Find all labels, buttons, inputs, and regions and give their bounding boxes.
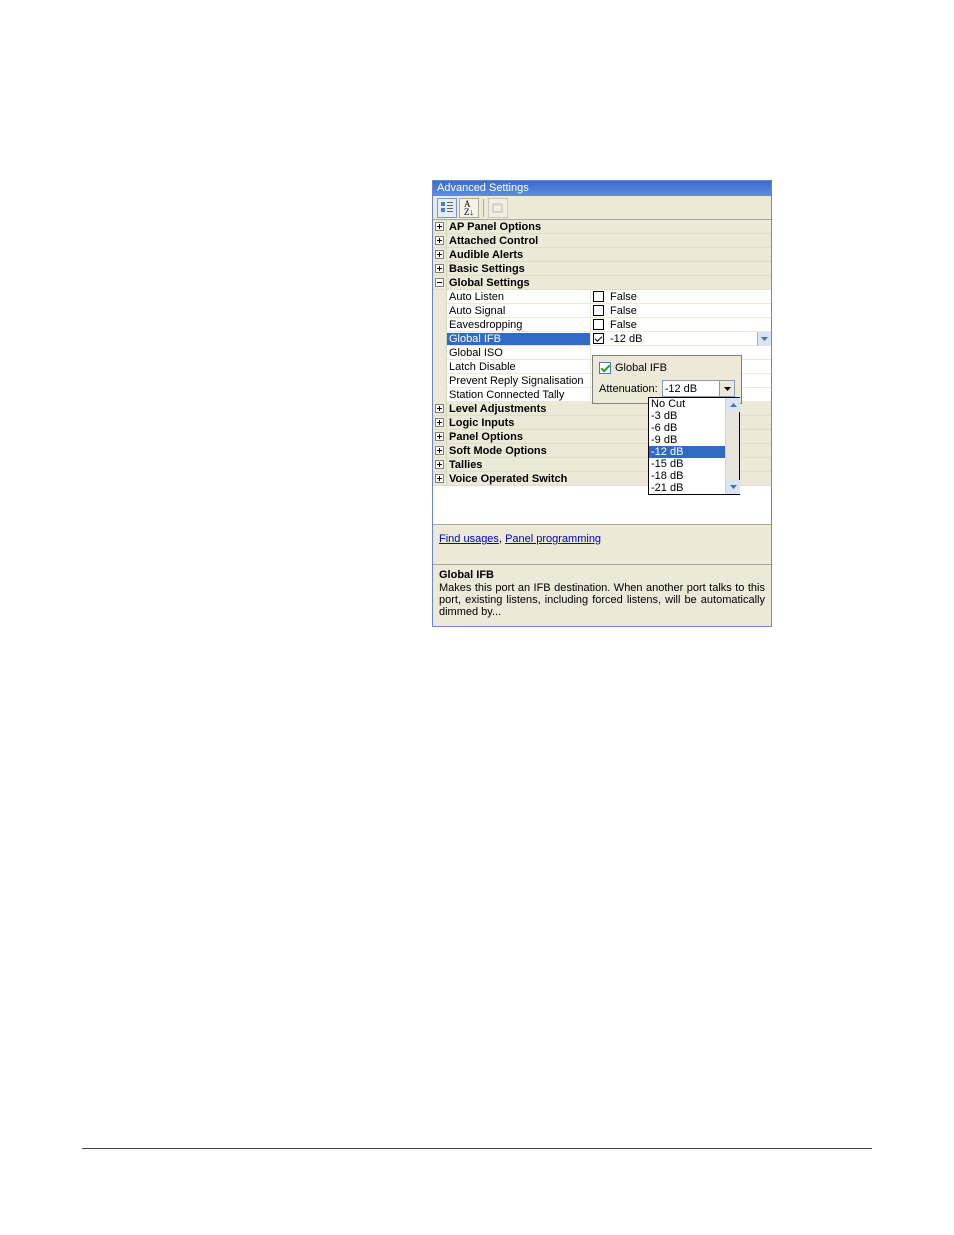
panel-programming-link[interactable]: Panel programming (505, 533, 601, 545)
window-title: Advanced Settings (437, 182, 529, 194)
prop-value: False (608, 305, 637, 317)
dropdown-option[interactable]: -9 dB (649, 434, 725, 446)
prop-name: Global IFB (447, 333, 590, 345)
expand-icon[interactable] (433, 234, 447, 248)
global-ifb-checkbox[interactable] (599, 362, 611, 374)
prop-name: Global ISO (447, 347, 590, 359)
category-ap-panel[interactable]: AP Panel Options (433, 220, 771, 234)
prop-value-cell[interactable]: False (590, 290, 771, 303)
toolbar: AZ↓ (433, 196, 771, 220)
dropdown-option[interactable]: -12 dB (649, 446, 725, 458)
prop-name: Prevent Reply Signalisation (447, 375, 590, 387)
dropdown-option[interactable]: -6 dB (649, 422, 725, 434)
category-label: Level Adjustments (447, 403, 546, 415)
expand-icon[interactable] (433, 458, 447, 472)
gutter (433, 346, 447, 360)
category-label: Global Settings (447, 277, 530, 289)
gutter (433, 374, 447, 388)
dropdown-option[interactable]: -18 dB (649, 470, 725, 482)
category-label: AP Panel Options (447, 221, 541, 233)
prop-value-cell[interactable]: -12 dB (590, 332, 771, 345)
popup-checkbox-label: Global IFB (615, 362, 667, 374)
window-titlebar[interactable]: Advanced Settings (433, 181, 771, 196)
attenuation-value: -12 dB (665, 383, 697, 395)
category-basic-settings[interactable]: Basic Settings (433, 262, 771, 276)
gutter (433, 388, 447, 402)
dropdown-button[interactable] (757, 332, 771, 346)
checkbox-icon[interactable] (593, 305, 604, 316)
expand-icon[interactable] (433, 262, 447, 276)
prop-name: Auto Listen (447, 291, 590, 303)
categorized-button[interactable] (437, 198, 457, 218)
gutter (433, 360, 447, 374)
category-label: Logic Inputs (447, 417, 514, 429)
property-pages-button[interactable] (488, 198, 508, 218)
expand-icon[interactable] (433, 430, 447, 444)
expand-icon[interactable] (433, 402, 447, 416)
dropdown-option[interactable]: No Cut (649, 398, 725, 410)
popup-checkbox-row: Global IFB (599, 362, 735, 374)
prop-auto-listen[interactable]: Auto Listen False (433, 290, 771, 304)
gutter (433, 290, 447, 304)
alphabetical-button[interactable]: AZ↓ (459, 198, 479, 218)
checkbox-icon[interactable] (593, 333, 604, 344)
scroll-up-button[interactable] (726, 398, 740, 412)
combo-dropdown-button[interactable] (719, 381, 734, 396)
gutter (433, 318, 447, 332)
dropdown-option[interactable]: -21 dB (649, 482, 725, 494)
expand-icon[interactable] (433, 472, 447, 486)
dropdown-option[interactable]: -15 dB (649, 458, 725, 470)
expand-icon[interactable] (433, 444, 447, 458)
category-attached-control[interactable]: Attached Control (433, 234, 771, 248)
prop-value-cell[interactable]: False (590, 304, 771, 317)
prop-name: Eavesdropping (447, 319, 590, 331)
expand-icon[interactable] (433, 248, 447, 262)
category-label: Basic Settings (447, 263, 525, 275)
prop-name: Station Connected Tally (447, 389, 590, 401)
prop-global-ifb[interactable]: Global IFB -12 dB (433, 332, 771, 346)
toolbar-separator (483, 199, 484, 217)
dropdown-option[interactable]: -3 dB (649, 410, 725, 422)
prop-name: Auto Signal (447, 305, 590, 317)
prop-value-cell[interactable]: False (590, 318, 771, 331)
prop-eavesdropping[interactable]: Eavesdropping False (433, 318, 771, 332)
description-text: Makes this port an IFB destination. When… (439, 582, 765, 618)
scroll-down-button[interactable] (726, 480, 740, 494)
attenuation-dropdown-list[interactable]: No Cut-3 dB-6 dB-9 dB-12 dB-15 dB-18 dB-… (648, 397, 740, 495)
category-audible-alerts[interactable]: Audible Alerts (433, 248, 771, 262)
prop-auto-signal[interactable]: Auto Signal False (433, 304, 771, 318)
category-label: Attached Control (447, 235, 538, 247)
category-global-settings[interactable]: Global Settings (433, 276, 771, 290)
category-label: Panel Options (447, 431, 523, 443)
page: Advanced Settings AZ↓ AP Panel Options A… (0, 0, 954, 1235)
gutter (433, 304, 447, 318)
prop-value: False (608, 291, 637, 303)
prop-name: Latch Disable (447, 361, 590, 373)
attenuation-combo[interactable]: -12 dB (662, 380, 735, 397)
expand-icon[interactable] (433, 416, 447, 430)
category-label: Voice Operated Switch (447, 473, 567, 485)
find-usages-link[interactable]: Find usages (439, 533, 499, 545)
category-label: Audible Alerts (447, 249, 523, 261)
attenuation-label: Attenuation: (599, 383, 658, 395)
description-panel: Global IFB Makes this port an IFB destin… (433, 564, 771, 626)
scrollbar[interactable] (725, 398, 739, 494)
category-label: Soft Mode Options (447, 445, 547, 457)
checkbox-icon[interactable] (593, 319, 604, 330)
gutter (433, 332, 447, 346)
description-title: Global IFB (439, 569, 765, 581)
checkbox-icon[interactable] (593, 291, 604, 302)
expand-icon[interactable] (433, 220, 447, 234)
popup-attenuation-row: Attenuation: -12 dB (599, 380, 735, 397)
footer-rule (82, 1148, 872, 1149)
collapse-icon[interactable] (433, 276, 447, 290)
prop-value: False (608, 319, 637, 331)
links-panel: Find usages, Panel programming (433, 524, 771, 564)
prop-value: -12 dB (608, 333, 642, 345)
category-label: Tallies (447, 459, 482, 471)
